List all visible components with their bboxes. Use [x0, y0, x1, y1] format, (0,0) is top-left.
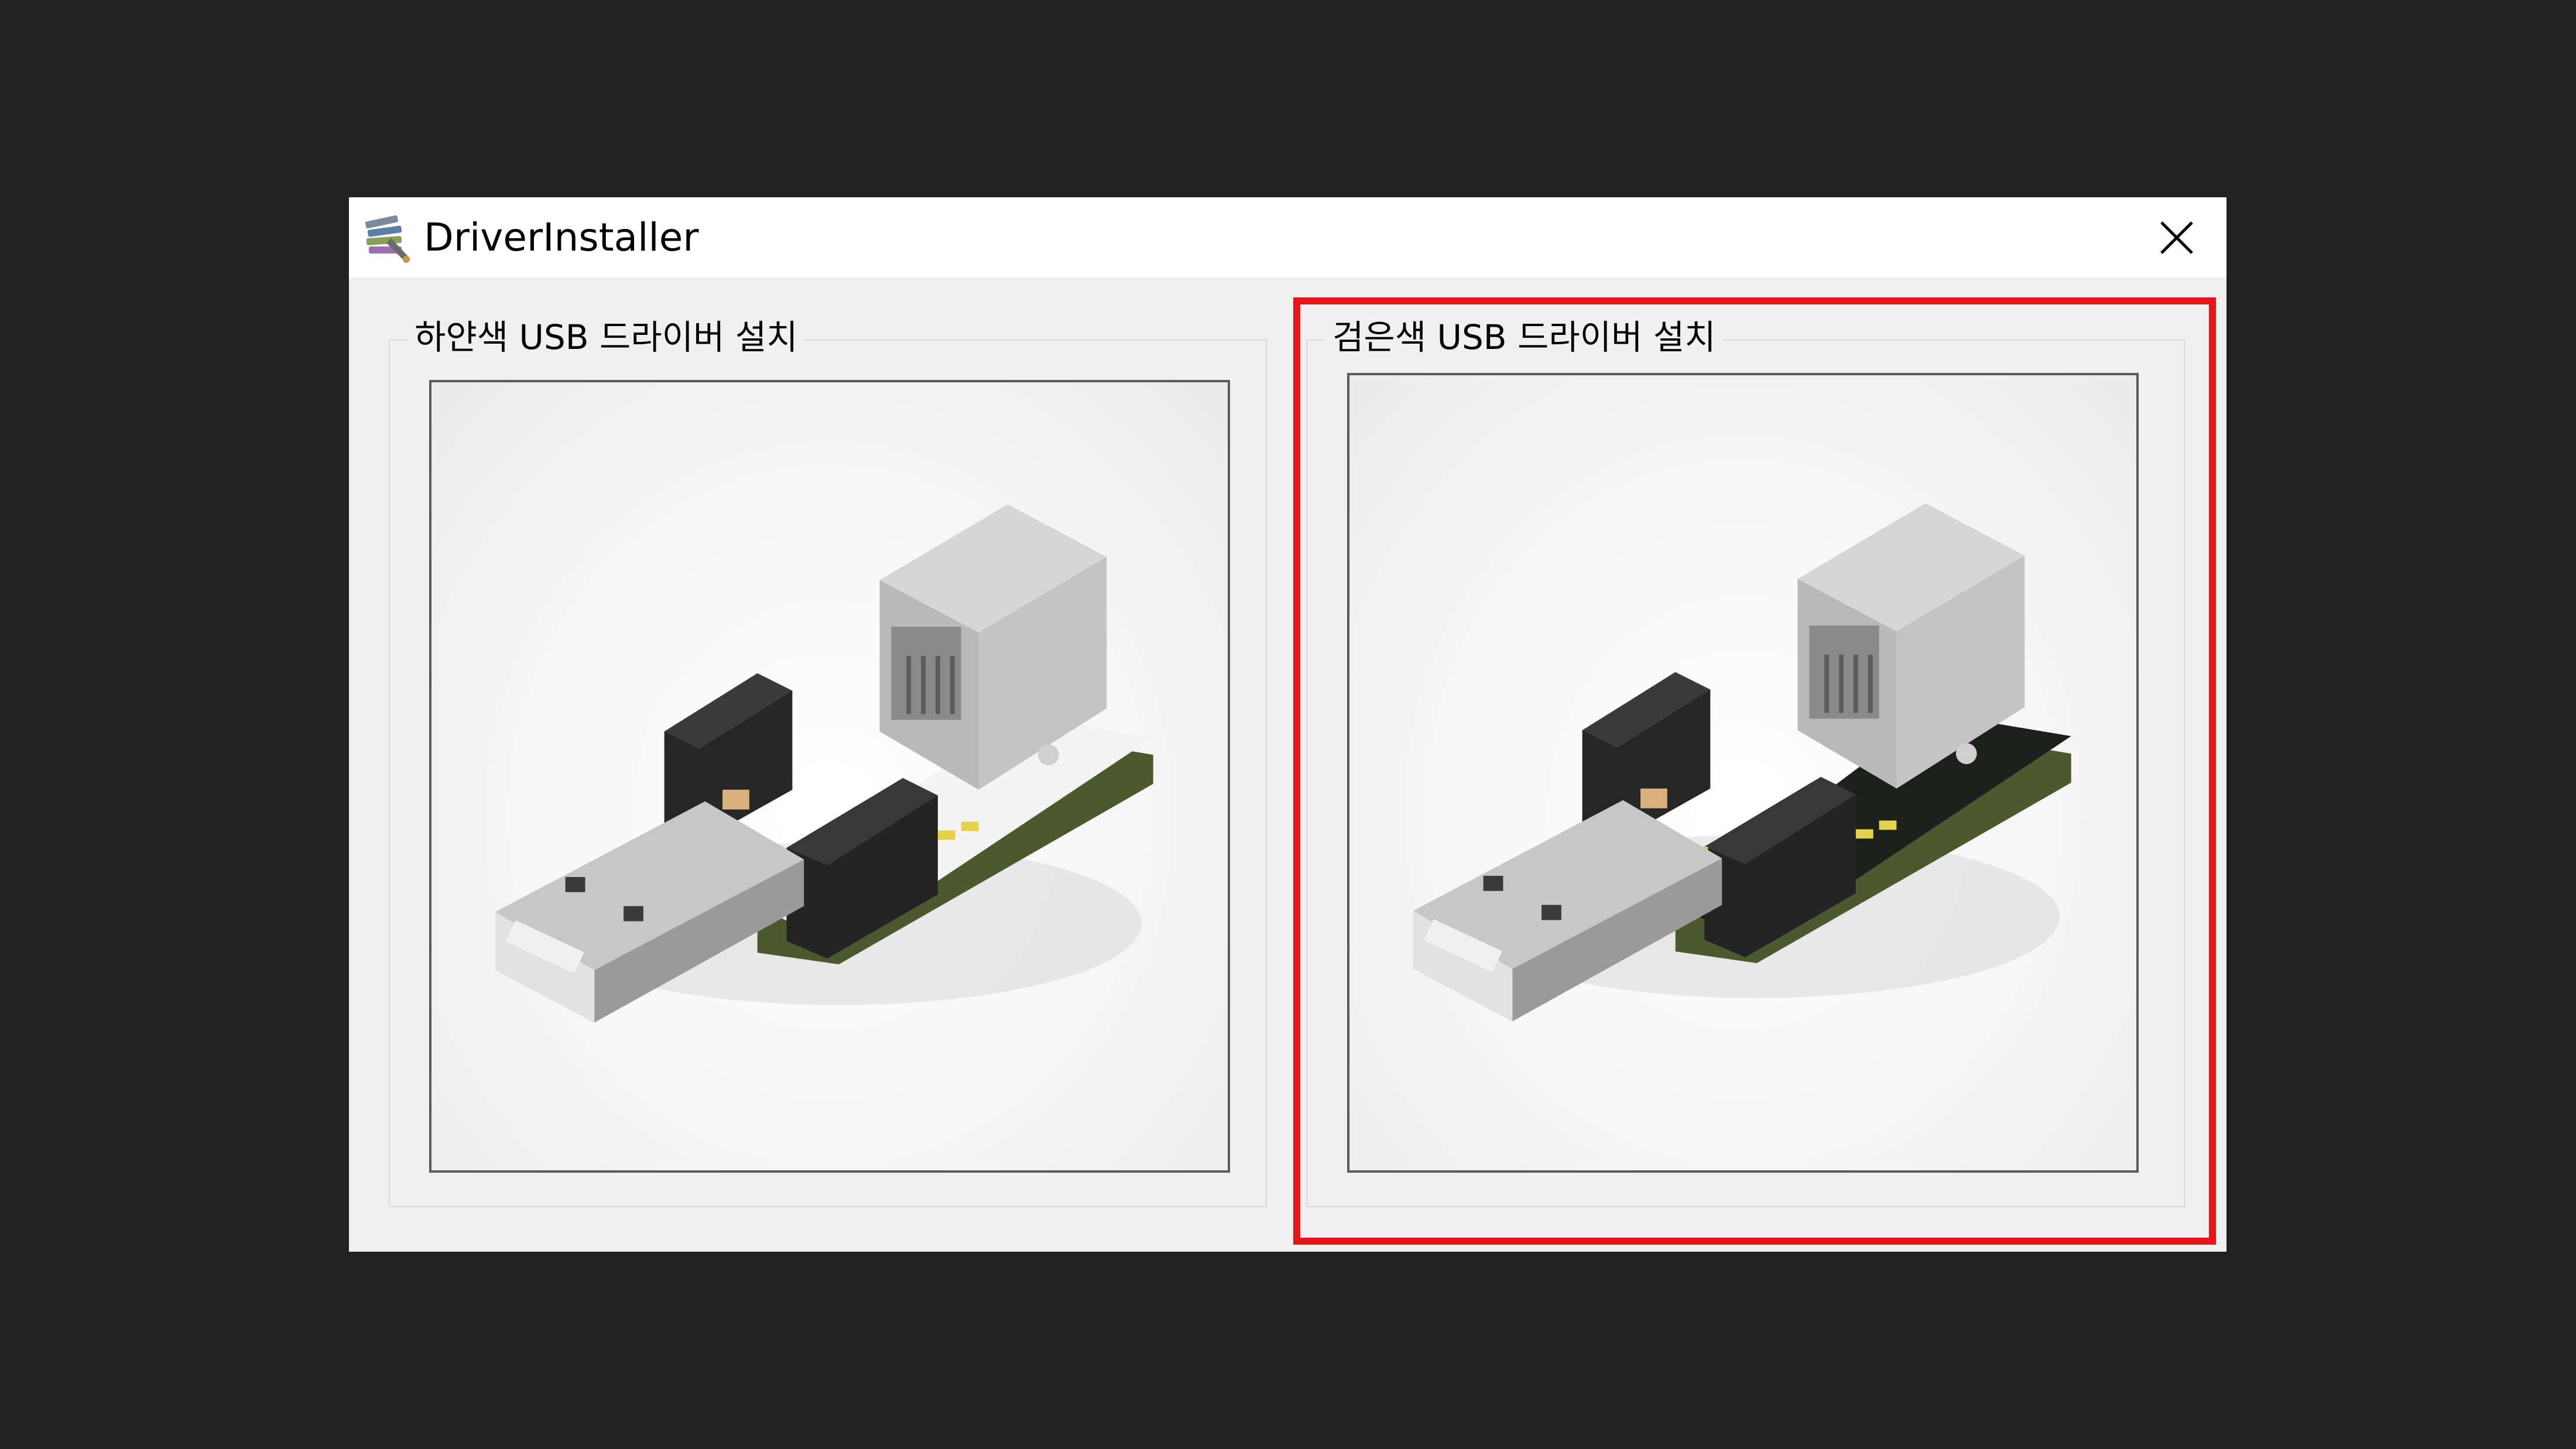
app-installer-icon	[359, 210, 413, 264]
white-usb-group-label: 하얀색 USB 드라이버 설치	[407, 314, 805, 361]
close-icon	[2160, 221, 2193, 254]
usb-board-black-image[interactable]	[1347, 373, 2139, 1173]
window-title: DriverInstaller	[424, 215, 699, 260]
close-button[interactable]	[2127, 197, 2226, 278]
white-usb-group: 하얀색 USB 드라이버 설치	[389, 314, 1267, 1207]
usb-board-white-image[interactable]	[429, 380, 1230, 1173]
black-usb-group-label: 검은색 USB 드라이버 설치	[1325, 314, 1723, 361]
title-bar[interactable]: DriverInstaller	[349, 197, 2226, 278]
black-usb-group: 검은색 USB 드라이버 설치	[1307, 314, 2185, 1207]
driver-installer-window: DriverInstaller 하얀색 USB 드라이버 설치 검은색 USB …	[349, 197, 2226, 1252]
